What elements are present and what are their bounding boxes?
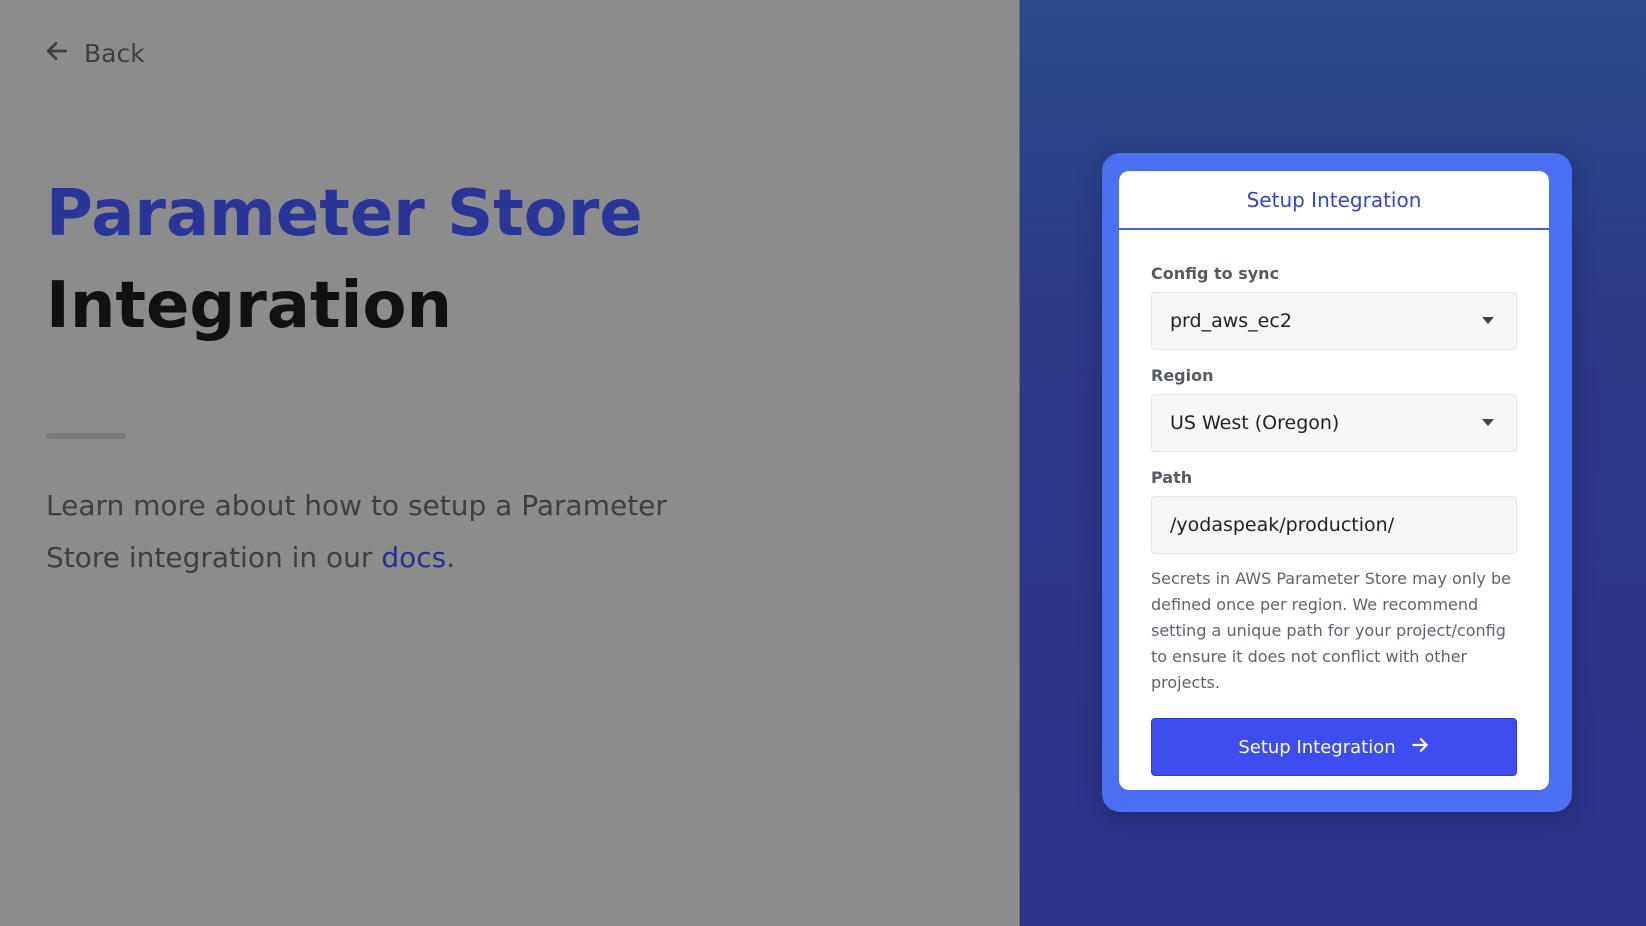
page-title-main: Integration [46,269,452,343]
path-label: Path [1151,468,1193,487]
card-title: Setup Integration [1246,187,1422,212]
card-frame: Setup Integration Config to sync prd_aws… [1102,153,1572,812]
path-help-text: Secrets in AWS Parameter Store may only … [1151,569,1511,692]
page: Back Parameter Store Integration Learn m… [0,0,1646,926]
config-label: Config to sync [1151,264,1280,283]
page-title-accent: Parameter Store [46,177,643,251]
setup-card: Setup Integration Config to sync prd_aws… [1119,171,1549,790]
chevron-down-icon [1482,419,1494,426]
setup-integration-button[interactable]: Setup Integration [1151,718,1517,776]
learn-more-prefix: Learn more about how to setup a Paramete… [46,489,667,574]
arrow-right-icon [1410,735,1430,760]
title-divider [46,433,126,439]
card-body: Config to sync prd_aws_ec2 Region US Wes… [1119,230,1549,776]
back-label: Back [84,38,145,68]
region-select[interactable]: US West (Oregon) [1151,394,1517,452]
page-title: Parameter Store Integration [46,168,643,352]
path-input[interactable]: /yodaspeak/production/ [1151,496,1517,554]
config-select[interactable]: prd_aws_ec2 [1151,292,1517,350]
form-panel: Setup Integration Config to sync prd_aws… [1020,0,1646,926]
card-header: Setup Integration [1119,171,1549,230]
arrow-left-icon [44,38,70,68]
chevron-down-icon [1482,317,1494,324]
docs-link[interactable]: docs [381,541,446,574]
back-link[interactable]: Back [44,38,145,68]
region-label: Region [1151,366,1214,385]
info-panel: Back Parameter Store Integration Learn m… [0,0,1020,926]
learn-more-suffix: . [446,541,456,574]
path-value: /yodaspeak/production/ [1170,514,1395,536]
config-value: prd_aws_ec2 [1170,310,1292,332]
region-value: US West (Oregon) [1170,412,1340,434]
learn-more-text: Learn more about how to setup a Paramete… [46,480,746,584]
setup-integration-label: Setup Integration [1238,736,1396,758]
